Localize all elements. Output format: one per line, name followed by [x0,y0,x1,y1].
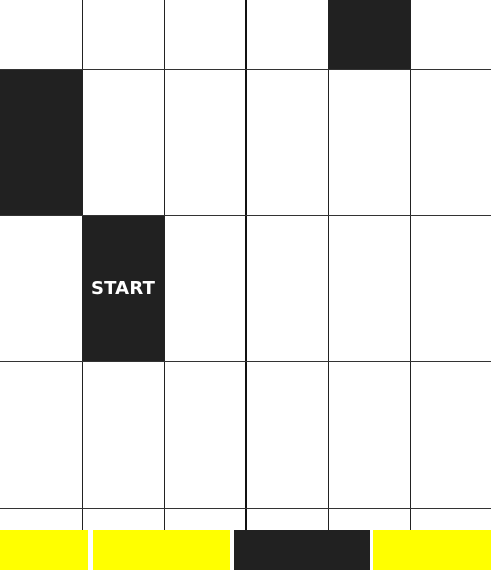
grid-row-line [0,361,491,362]
bottom-bar-dark-segment[interactable] [234,530,370,570]
white-tile[interactable] [328,508,410,530]
white-tile[interactable] [246,69,328,215]
grid-column-line [164,0,165,530]
white-tile[interactable] [328,361,410,508]
grid-row-line [0,508,491,509]
white-tile[interactable] [410,0,491,69]
white-tile[interactable] [246,508,328,530]
white-tile[interactable] [246,215,328,361]
white-tile[interactable] [410,69,491,215]
white-tile[interactable] [82,508,164,530]
white-tile[interactable] [246,361,328,508]
tile-board[interactable]: START [0,0,491,570]
grid-column-line [245,0,247,530]
white-tile[interactable] [164,215,246,361]
white-tile[interactable] [0,508,82,530]
game-stage: START [0,0,491,570]
grid-row-line [0,215,491,216]
grid-column-line [328,0,329,530]
white-tile[interactable] [0,215,82,361]
white-tile[interactable] [410,361,491,508]
white-tile[interactable] [410,508,491,530]
bottom-bar-yellow-segment[interactable] [0,530,88,570]
start-label: START [90,277,156,299]
white-tile[interactable] [328,69,410,215]
grid-column-line [410,0,411,530]
black-tile[interactable] [0,69,82,215]
white-tile[interactable] [164,361,246,508]
bottom-bar-yellow-segment[interactable] [373,530,491,570]
white-tile[interactable] [164,69,246,215]
bottom-bar-yellow-segment[interactable] [93,530,230,570]
white-tile[interactable] [164,508,246,530]
start-tile[interactable]: START [82,215,164,361]
white-tile[interactable] [82,69,164,215]
grid-row-line [0,69,491,70]
white-tile[interactable] [164,0,246,69]
white-tile[interactable] [0,0,82,69]
white-tile[interactable] [0,361,82,508]
white-tile[interactable] [328,215,410,361]
white-tile[interactable] [82,361,164,508]
black-tile[interactable] [328,0,410,69]
white-tile[interactable] [410,215,491,361]
white-tile[interactable] [82,0,164,69]
grid-column-line [82,0,83,530]
white-tile[interactable] [246,0,328,69]
